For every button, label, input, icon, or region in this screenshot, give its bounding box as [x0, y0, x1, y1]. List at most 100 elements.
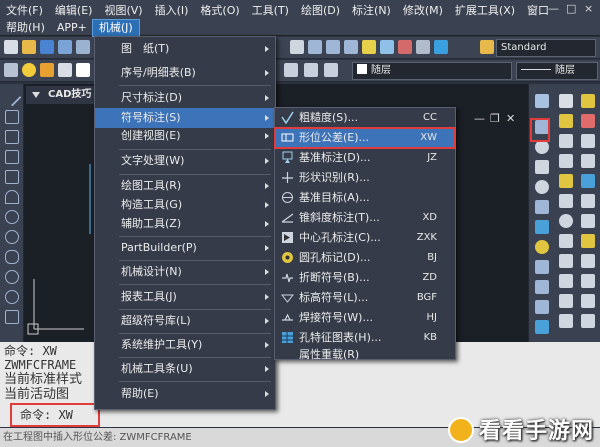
new-file-icon[interactable] — [4, 40, 18, 54]
rectangle-icon[interactable] — [5, 170, 19, 184]
stretch-icon[interactable] — [559, 254, 573, 268]
chamfer-icon[interactable] — [581, 134, 595, 148]
print-icon[interactable] — [58, 40, 72, 54]
menu-item-help[interactable]: 帮助(E) — [95, 384, 275, 404]
line-icon[interactable] — [2, 87, 22, 107]
circle-icon[interactable] — [5, 210, 19, 224]
divide-icon[interactable] — [581, 294, 595, 308]
menu-item-dimension[interactable]: 尺寸标注(D) — [95, 88, 275, 108]
menu-edit[interactable]: 编辑(E) — [49, 3, 99, 19]
make-current-icon[interactable] — [284, 63, 298, 77]
menu-tools[interactable]: 工具(T) — [246, 3, 295, 19]
zoom-previous-icon[interactable] — [344, 40, 358, 54]
ellipse-arc-icon[interactable] — [5, 290, 19, 304]
layer-manager-icon[interactable] — [4, 63, 18, 77]
help-icon[interactable] — [434, 40, 448, 54]
submenu-item-hole-mark[interactable]: 圆孔标记(D)... BJ — [275, 248, 455, 268]
menu-item-mech-toolbar[interactable]: 机械工具条(U) — [95, 359, 275, 379]
save-icon[interactable] — [40, 40, 54, 54]
open-folder-icon[interactable] — [22, 40, 36, 54]
submenu-item-shape-recognition[interactable]: 形状识别(R)... — [275, 168, 455, 188]
construction-line-icon[interactable] — [5, 110, 19, 124]
rotate-icon[interactable] — [559, 214, 573, 228]
menu-item-draw-tools[interactable]: 绘图工具(R) — [95, 176, 275, 196]
calculator-icon[interactable] — [416, 40, 430, 54]
drawing-close-icon[interactable]: ✕ — [506, 112, 515, 125]
explode-icon[interactable] — [581, 174, 595, 188]
layer-previous-icon[interactable] — [304, 63, 318, 77]
measure-icon[interactable] — [581, 234, 595, 248]
menu-item-aux-tools[interactable]: 辅助工具(Z) — [95, 214, 275, 234]
properties-match-icon[interactable] — [581, 314, 595, 328]
drawing-restore-icon[interactable]: ❐ — [490, 112, 500, 125]
hatch-icon[interactable] — [581, 114, 595, 128]
datum-toolbar-icon[interactable] — [535, 140, 549, 154]
menu-mechanical[interactable]: 机械(J) — [91, 18, 140, 37]
menu-help[interactable]: 帮助(H) — [0, 20, 51, 36]
erase-icon[interactable] — [559, 94, 573, 108]
join-icon[interactable] — [581, 194, 595, 208]
break-toolbar-icon[interactable] — [535, 200, 549, 214]
command-input[interactable]: 命令: XW — [10, 403, 100, 427]
pencil-icon[interactable] — [581, 94, 595, 108]
menu-item-construct-tools[interactable]: 构造工具(G) — [95, 195, 275, 215]
menu-format[interactable]: 格式(O) — [194, 3, 245, 19]
tool-palette-icon[interactable] — [398, 40, 412, 54]
menu-file[interactable]: 文件(F) — [0, 3, 49, 19]
mech-tool-icon[interactable] — [535, 94, 549, 108]
break-icon[interactable] — [559, 314, 573, 328]
align-icon[interactable] — [581, 254, 595, 268]
menu-item-create-view[interactable]: 创建视图(E) — [95, 126, 275, 146]
linetype-select[interactable]: 随层 — [516, 62, 598, 80]
menu-modify[interactable]: 修改(M) — [397, 3, 449, 19]
target-toolbar-icon[interactable] — [535, 180, 549, 194]
menu-dimension[interactable]: 标注(N) — [346, 3, 397, 19]
layer-color-icon[interactable] — [76, 63, 90, 77]
menu-item-report-tools[interactable]: 报表工具(J) — [95, 287, 275, 307]
lock-icon[interactable] — [58, 63, 72, 77]
menu-item-system-maintenance[interactable]: 系统维护工具(Y) — [95, 335, 275, 355]
submenu-item-attribute-reload[interactable]: 属性重载(R) — [275, 348, 455, 361]
menu-item-drawing-sheet[interactable]: 图 纸(T) — [95, 39, 275, 59]
submenu-item-geometric-tolerance[interactable]: 形位公差(E)... XW — [274, 127, 456, 149]
ellipse-icon[interactable] — [5, 270, 19, 284]
menu-insert[interactable]: 插入(I) — [149, 3, 195, 19]
minimize-button[interactable]: — — [548, 2, 559, 15]
taper-toolbar-icon[interactable] — [535, 280, 549, 294]
copy-icon[interactable] — [559, 114, 573, 128]
match-layer-icon[interactable] — [324, 63, 338, 77]
arc-icon[interactable] — [5, 190, 19, 204]
lightbulb-icon[interactable] — [22, 63, 36, 77]
revision-cloud-icon[interactable] — [5, 230, 19, 244]
menu-app-plus[interactable]: APP+ — [51, 20, 93, 36]
fillet-icon[interactable] — [581, 154, 595, 168]
color-select[interactable]: 随层 — [352, 62, 512, 80]
array-icon[interactable] — [559, 174, 573, 188]
preview-icon[interactable] — [76, 40, 90, 54]
menu-item-mech-design[interactable]: 机械设计(N) — [95, 262, 275, 282]
lengthen-icon[interactable] — [581, 274, 595, 288]
zoom-window-icon[interactable] — [326, 40, 340, 54]
polygon-icon[interactable] — [5, 150, 19, 164]
submenu-item-weld[interactable]: 焊接符号(W)... HJ — [275, 308, 455, 328]
menu-view[interactable]: 视图(V) — [98, 3, 148, 19]
weld-toolbar-icon[interactable] — [535, 220, 549, 234]
submenu-item-center-hole[interactable]: 中心孔标注(C)... ZXK — [275, 228, 455, 248]
insert-block-icon[interactable] — [5, 310, 19, 324]
hole-table-toolbar-icon[interactable] — [535, 320, 549, 334]
document-tab[interactable]: CAD技巧 — [26, 86, 98, 104]
zoom-realtime-icon[interactable] — [308, 40, 322, 54]
mirror-icon[interactable] — [559, 134, 573, 148]
menu-item-partbuilder[interactable]: PartBuilder(P) — [95, 238, 275, 258]
design-center-icon[interactable] — [380, 40, 394, 54]
menu-item-symbol-annotation[interactable]: 符号标注(S) — [95, 108, 275, 128]
arrow-toolbar-icon[interactable] — [535, 300, 549, 314]
scale-icon[interactable] — [559, 234, 573, 248]
submenu-item-break-symbol[interactable]: 折断符号(B)... ZD — [275, 268, 455, 288]
hole-mark-toolbar-icon[interactable] — [535, 240, 549, 254]
submenu-item-taper[interactable]: 锥斜度标注(T)... XD — [275, 208, 455, 228]
submenu-item-roughness[interactable]: 粗糙度(S)... CC — [275, 108, 455, 128]
submenu-item-elevation[interactable]: 标高符号(L)... BGF — [275, 288, 455, 308]
properties-icon[interactable] — [362, 40, 376, 54]
menu-item-bom[interactable]: 序号/明细表(B) — [95, 63, 275, 83]
